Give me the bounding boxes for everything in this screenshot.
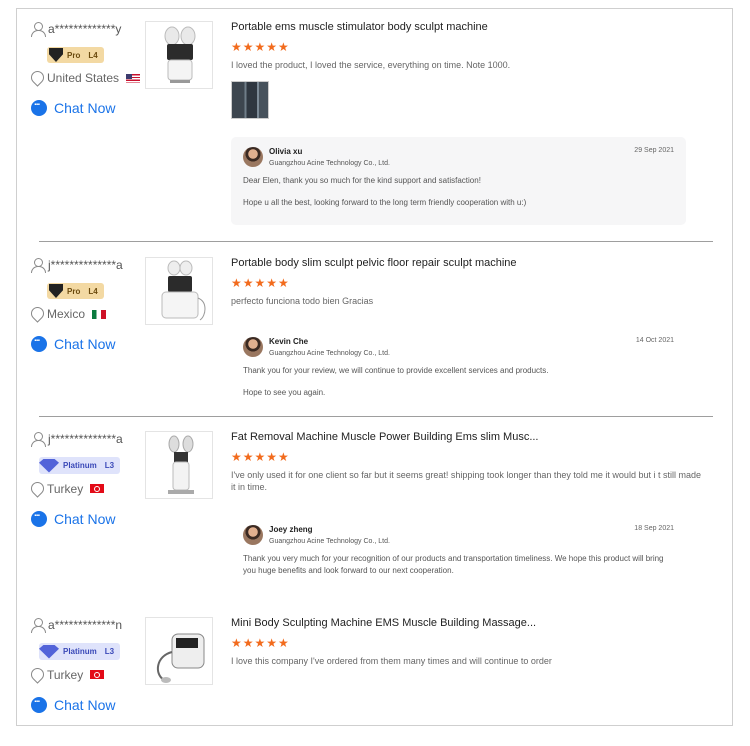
mexico-flag-icon bbox=[92, 309, 107, 319]
seller-company: Guangzhou Acine Technology Co., Ltd. bbox=[269, 350, 390, 357]
review-item: j**************a ProL4 Mexico Chat Now P… bbox=[17, 245, 732, 417]
review-content: Portable body slim sculpt pelvic floor r… bbox=[231, 257, 701, 307]
buyer-name: j**************a bbox=[31, 257, 151, 273]
product-thumbnail[interactable] bbox=[145, 431, 213, 499]
seller-name: Joey zheng bbox=[269, 525, 313, 534]
divider bbox=[39, 416, 713, 417]
user-icon bbox=[31, 618, 46, 633]
reply-text: Thank you very much for your recognition… bbox=[243, 554, 664, 575]
buyer-location: Turkey bbox=[31, 667, 151, 683]
buyer-name: j**************a bbox=[31, 431, 151, 447]
seller-company: Guangzhou Acine Technology Co., Ltd. bbox=[269, 538, 390, 545]
review-item: j**************a PlatinumL3 Turkey Chat … bbox=[17, 419, 732, 599]
buyer-location: Turkey bbox=[31, 481, 151, 497]
user-icon bbox=[31, 258, 46, 273]
buyer-info: a*************n PlatinumL3 Turkey Chat N… bbox=[31, 617, 151, 713]
seller-reply: Joey zheng Guangzhou Acine Technology Co… bbox=[231, 515, 686, 585]
divider bbox=[39, 241, 713, 242]
pro-badge-icon bbox=[49, 48, 63, 62]
user-icon bbox=[31, 432, 46, 447]
product-title[interactable]: Mini Body Sculpting Machine EMS Muscle B… bbox=[231, 617, 701, 631]
product-thumbnail[interactable] bbox=[145, 21, 213, 89]
chat-now-button[interactable]: Chat Now bbox=[31, 508, 151, 527]
review-photo[interactable] bbox=[231, 81, 269, 119]
location-pin-icon bbox=[31, 307, 42, 321]
review-item: a*************y ProL4 United States Chat… bbox=[17, 9, 732, 241]
buyer-level-badge: Platinum L3 bbox=[39, 457, 121, 474]
review-text: I loved the product, I loved the service… bbox=[231, 60, 511, 70]
buyer-info: j**************a PlatinumL3 Turkey Chat … bbox=[31, 431, 151, 527]
product-title[interactable]: Portable ems muscle stimulator body scul… bbox=[231, 21, 701, 35]
chat-bubble-icon bbox=[31, 333, 47, 352]
seller-name: Kevin Che bbox=[269, 337, 309, 346]
review-text: perfecto funciona todo bien Gracias bbox=[231, 296, 374, 306]
buyer-info: j**************a ProL4 Mexico Chat Now bbox=[31, 257, 151, 352]
buyer-location: Mexico bbox=[31, 306, 151, 322]
review-text: I've only used it for one client so far … bbox=[231, 470, 701, 492]
review-content: Fat Removal Machine Muscle Power Buildin… bbox=[231, 431, 701, 493]
review-content: Portable ems muscle stimulator body scul… bbox=[231, 21, 701, 119]
location-pin-icon bbox=[31, 668, 42, 682]
reviews-panel: a*************y ProL4 United States Chat… bbox=[16, 8, 733, 726]
buyer-level-badge: Pro L4 bbox=[47, 47, 104, 63]
reply-date: 29 Sep 2021 bbox=[634, 147, 674, 154]
chat-now-button[interactable]: Chat Now bbox=[31, 97, 151, 116]
chat-bubble-icon bbox=[31, 694, 47, 713]
review-content: Mini Body Sculpting Machine EMS Muscle B… bbox=[231, 617, 701, 667]
star-rating: ★★★★★ bbox=[231, 40, 290, 54]
buyer-level-badge: Platinum L3 bbox=[39, 643, 121, 660]
seller-company: Guangzhou Acine Technology Co., Ltd. bbox=[269, 160, 390, 167]
review-item: a*************n PlatinumL3 Turkey Chat N… bbox=[17, 605, 732, 725]
seller-avatar bbox=[243, 337, 263, 357]
turkey-flag-icon bbox=[90, 670, 105, 679]
turkey-flag-icon bbox=[90, 484, 105, 493]
buyer-level-badge: Pro L4 bbox=[47, 283, 104, 299]
product-thumbnail[interactable] bbox=[145, 257, 213, 325]
buyer-name: a*************y bbox=[31, 21, 151, 37]
user-icon bbox=[31, 22, 46, 37]
platinum-badge-icon bbox=[39, 458, 59, 473]
chat-bubble-icon bbox=[31, 508, 47, 527]
pro-badge-icon bbox=[49, 284, 63, 298]
seller-avatar bbox=[243, 147, 263, 167]
buyer-name: a*************n bbox=[31, 617, 151, 633]
location-pin-icon bbox=[31, 482, 42, 496]
product-title[interactable]: Fat Removal Machine Muscle Power Buildin… bbox=[231, 431, 701, 445]
buyer-info: a*************y ProL4 United States Chat… bbox=[31, 21, 151, 116]
location-pin-icon bbox=[31, 71, 42, 85]
reply-text: Thank you for your review, we will conti… bbox=[243, 366, 549, 397]
seller-avatar bbox=[243, 525, 263, 545]
product-title[interactable]: Portable body slim sculpt pelvic floor r… bbox=[231, 257, 701, 271]
review-text: I love this company I've ordered from th… bbox=[231, 656, 552, 666]
buyer-location: United States bbox=[31, 70, 151, 86]
reply-text: Dear Elen, thank you so much for the kin… bbox=[243, 176, 527, 207]
star-rating: ★★★★★ bbox=[231, 276, 290, 290]
us-flag-icon bbox=[126, 73, 141, 83]
seller-name: Olivia xu bbox=[269, 147, 303, 156]
star-rating: ★★★★★ bbox=[231, 636, 290, 650]
chat-now-button[interactable]: Chat Now bbox=[31, 333, 151, 352]
reply-date: 14 Oct 2021 bbox=[635, 337, 674, 344]
seller-reply: Olivia xu Guangzhou Acine Technology Co.… bbox=[231, 137, 686, 225]
seller-reply: Kevin Che Guangzhou Acine Technology Co.… bbox=[231, 327, 686, 407]
reply-date: 18 Sep 2021 bbox=[634, 525, 674, 532]
star-rating: ★★★★★ bbox=[231, 450, 290, 464]
chat-now-button[interactable]: Chat Now bbox=[31, 694, 151, 713]
platinum-badge-icon bbox=[39, 644, 59, 659]
product-thumbnail[interactable] bbox=[145, 617, 213, 685]
chat-bubble-icon bbox=[31, 97, 47, 116]
